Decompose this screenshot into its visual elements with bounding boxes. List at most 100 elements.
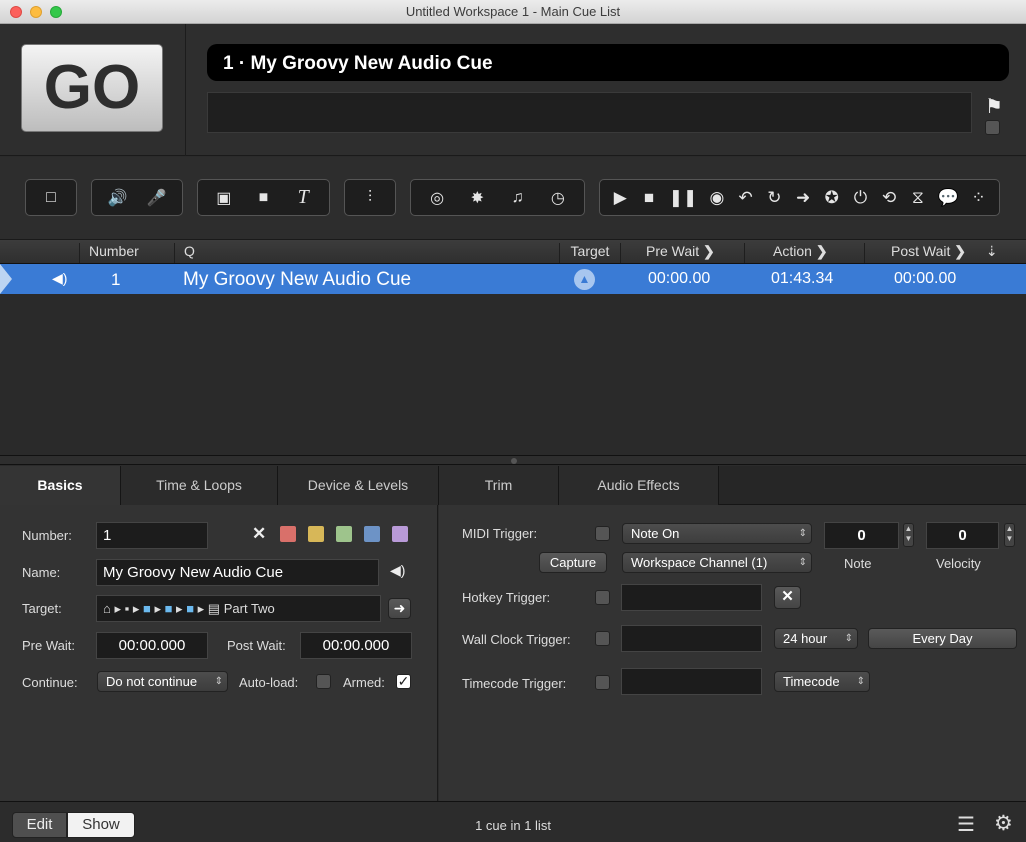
script-cue-icon[interactable]: ⁘ <box>969 188 987 208</box>
disarm-cue-icon[interactable]: ⟲ <box>880 188 898 208</box>
armed-checkbox[interactable]: ✓ <box>396 674 411 689</box>
capture-button[interactable]: Capture <box>539 552 607 573</box>
header-pre-wait[interactable]: Pre Wait ❯ <box>621 243 745 263</box>
group-cue-icon[interactable]: □ <box>42 189 60 207</box>
toolbar-group-control: ▶ ■ ❚❚ ◉ ↶ ↻ ➜ ✪ ⏻ ⟲ ⧖ 💬 ⁘ <box>599 179 1000 216</box>
flag-checkbox[interactable] <box>985 120 1000 135</box>
memo-cue-icon[interactable]: 💬 <box>938 188 959 208</box>
table-row[interactable]: ◀) 1 My Groovy New Audio Cue ▲ 00:00.00 … <box>0 264 1026 294</box>
note-stepper[interactable]: ▲ ▼ <box>903 523 914 547</box>
cue-post-wait: 00:00.00 <box>894 270 957 287</box>
timecode-select[interactable]: Timecode <box>774 671 870 692</box>
timecode-trigger-checkbox[interactable] <box>595 675 610 690</box>
chevron-right-icon: ❯ <box>954 243 967 259</box>
velocity-stepper[interactable]: ▲ ▼ <box>1004 523 1015 547</box>
bottom-bar: Edit Show 1 cue in 1 list ☰ ⚙ <box>0 801 1026 842</box>
arrow-down-icon[interactable]: ⇣ <box>986 243 998 259</box>
header-number[interactable]: Number <box>80 243 175 263</box>
network-cue-icon[interactable]: ◎ <box>428 188 446 208</box>
cue-notes-field[interactable] <box>207 92 972 133</box>
post-wait-field[interactable]: 00:00.000 <box>300 632 412 659</box>
midi-type-select[interactable]: Note On <box>622 523 812 544</box>
header-q[interactable]: Q <box>175 243 560 263</box>
mic-cue-icon[interactable]: 🎤 <box>147 188 167 208</box>
reveal-target-button[interactable]: ➜ <box>388 598 411 619</box>
video-cue-icon[interactable]: ▣ <box>215 188 233 208</box>
devamp-cue-icon[interactable]: ↻ <box>765 188 783 208</box>
number-field[interactable]: 1 <box>96 522 208 549</box>
timecode-field[interactable] <box>621 668 762 695</box>
reset-cue-icon[interactable]: ↶ <box>737 188 755 208</box>
chevron-right-icon: ❯ <box>703 243 715 259</box>
tab-time-loops[interactable]: Time & Loops <box>121 466 278 505</box>
target-label: Target: <box>22 601 62 616</box>
cue-action: 01:43.34 <box>771 270 834 287</box>
pause-cue-icon[interactable]: ❚❚ <box>669 188 698 208</box>
midi-cue-icon[interactable]: ✸ <box>468 188 486 208</box>
timecode-trigger-label: Timecode Trigger: <box>462 676 567 691</box>
arm-cue-icon[interactable]: ⏻ <box>851 188 869 208</box>
note-field[interactable]: 0 <box>824 522 899 549</box>
pre-wait-field[interactable]: 00:00.000 <box>96 632 208 659</box>
cue-name: My Groovy New Audio Cue <box>183 269 412 290</box>
fade-cue-icon[interactable]: ⫶ <box>361 189 379 207</box>
text-cue-icon[interactable]: T <box>294 186 312 209</box>
header-action[interactable]: Action ❯ <box>745 243 865 263</box>
cue-number: 1 <box>111 270 121 289</box>
go-button[interactable]: GO <box>21 44 163 132</box>
color-swatch-blue[interactable] <box>364 526 380 542</box>
tab-trim[interactable]: Trim <box>439 466 559 505</box>
hotkey-trigger-checkbox[interactable] <box>595 590 610 605</box>
playhead-icon <box>0 264 12 294</box>
hotkey-field[interactable] <box>621 584 762 611</box>
auto-load-checkbox[interactable] <box>316 674 331 689</box>
wait-cue-icon[interactable]: ⧖ <box>909 188 927 208</box>
pre-wait-label: Pre Wait: <box>22 638 75 653</box>
audio-cue-icon[interactable]: 🔊 <box>108 188 128 208</box>
goto-cue-icon[interactable]: ➜ <box>794 188 812 208</box>
window-title: Untitled Workspace 1 - Main Cue List <box>405 4 621 19</box>
stop-cue-icon[interactable]: ■ <box>640 188 658 208</box>
continue-select[interactable]: Do not continue <box>97 671 228 692</box>
camera-cue-icon[interactable]: ■ <box>254 189 272 207</box>
target-cue-icon[interactable]: ✪ <box>823 188 841 208</box>
tab-device-levels[interactable]: Device & Levels <box>278 466 439 505</box>
flag-icon[interactable]: ⚑ <box>985 94 1003 119</box>
midi-file-cue-icon[interactable]: ♫ <box>509 189 527 207</box>
hour-mode-select[interactable]: 24 hour <box>774 628 858 649</box>
gear-icon[interactable]: ⚙ <box>994 811 1013 836</box>
cue-list-body[interactable] <box>0 294 1026 455</box>
splitter-handle[interactable] <box>0 455 1026 465</box>
wall-clock-trigger-checkbox[interactable] <box>595 631 610 646</box>
wall-clock-trigger-label: Wall Clock Trigger: <box>462 632 571 647</box>
start-cue-icon[interactable]: ▶ <box>611 188 629 208</box>
header-target[interactable]: Target <box>560 243 621 263</box>
armed-label: Armed: <box>343 675 385 690</box>
target-icon[interactable]: ▲ <box>574 269 595 290</box>
midi-channel-select[interactable]: Workspace Channel (1) <box>622 552 812 573</box>
clear-hotkey-button[interactable]: ✕ <box>774 586 801 609</box>
color-swatch-yellow[interactable] <box>308 526 324 542</box>
midi-trigger-checkbox[interactable] <box>595 526 610 541</box>
chevron-right-icon: ❯ <box>815 243 828 259</box>
cue-list-header: Number Q Target Pre Wait ❯ Action ❯ Post… <box>0 240 1026 264</box>
list-icon[interactable]: ☰ <box>957 812 975 837</box>
toolbar-group-video: ▣ ■ T <box>197 179 330 216</box>
tab-audio-effects[interactable]: Audio Effects <box>559 466 719 505</box>
go-box: GO <box>0 24 186 156</box>
header-status <box>0 243 80 263</box>
every-day-button[interactable]: Every Day <box>868 628 1017 649</box>
color-swatch-green[interactable] <box>336 526 352 542</box>
audio-cue-type-icon: ◀) <box>52 270 68 286</box>
timecode-cue-icon[interactable]: ◷ <box>549 188 567 208</box>
header-post-wait[interactable]: Post Wait ❯ ⇣ <box>865 243 1026 263</box>
wall-clock-field[interactable] <box>621 625 762 652</box>
target-path-field[interactable]: ⌂ ▸ ▪ ▸ ■ ▸ ■ ▸ ■ ▸ ▤ Part Two <box>96 595 381 622</box>
clear-color-icon[interactable]: ✕ <box>252 524 266 544</box>
color-swatch-red[interactable] <box>280 526 296 542</box>
name-field[interactable]: My Groovy New Audio Cue <box>96 559 379 586</box>
load-cue-icon[interactable]: ◉ <box>708 188 726 208</box>
velocity-field[interactable]: 0 <box>926 522 999 549</box>
tab-basics[interactable]: Basics <box>0 466 121 505</box>
color-swatch-purple[interactable] <box>392 526 408 542</box>
